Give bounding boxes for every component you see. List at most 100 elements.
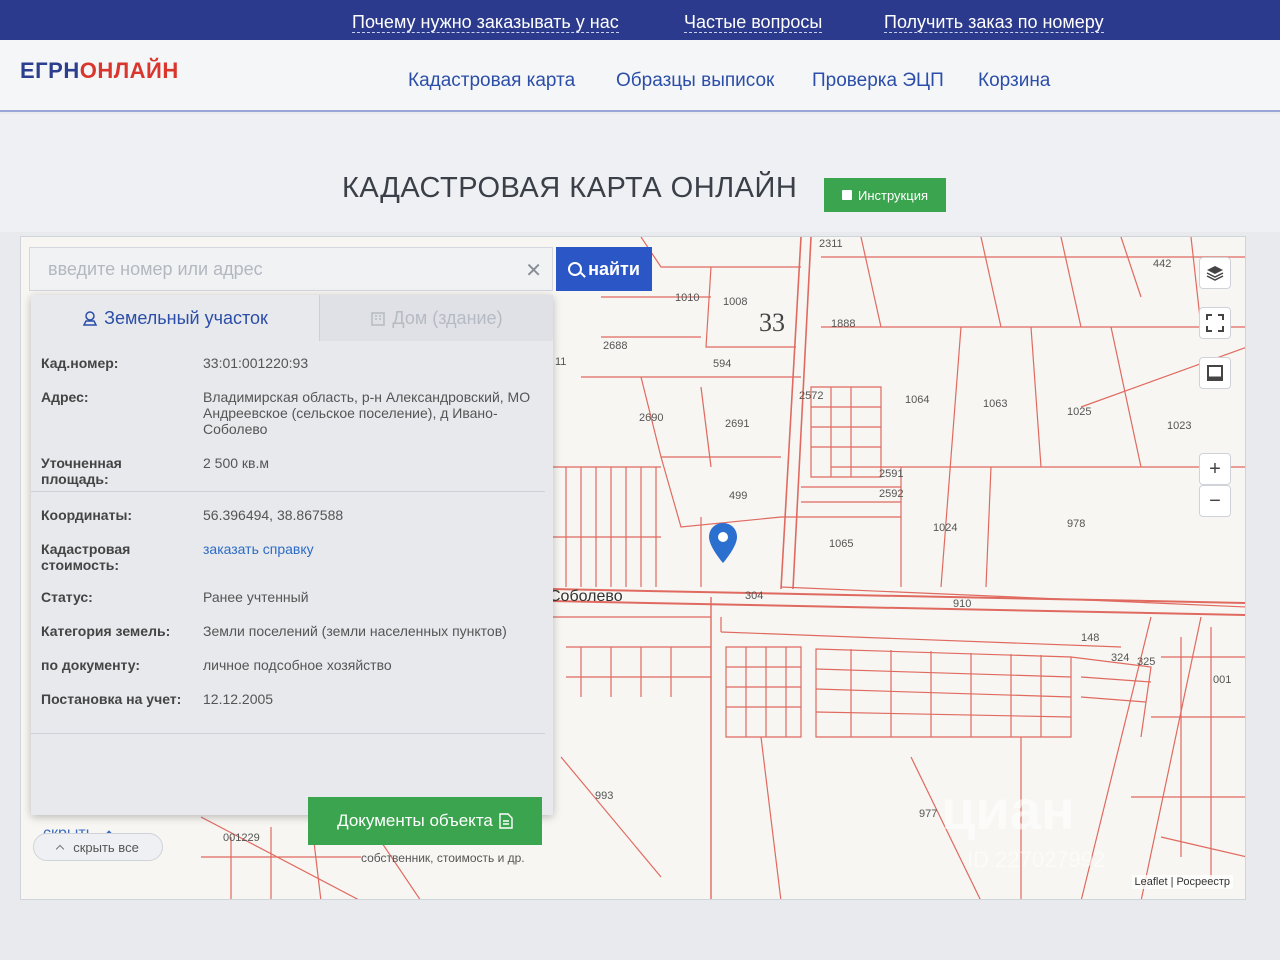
svg-text:1065: 1065 bbox=[829, 538, 853, 550]
svg-text:1025: 1025 bbox=[1067, 406, 1091, 418]
svg-text:1010: 1010 bbox=[675, 292, 699, 304]
svg-text:1024: 1024 bbox=[933, 522, 957, 534]
svg-text:1063: 1063 bbox=[983, 398, 1007, 410]
faq-link[interactable]: Частые вопросы bbox=[684, 12, 823, 33]
cad-number-value: 33:01:001220:93 bbox=[203, 355, 309, 371]
land-plot-icon bbox=[82, 311, 98, 326]
svg-text:Соболево: Соболево bbox=[549, 588, 623, 605]
tab-house[interactable]: Дом (здание) bbox=[319, 295, 553, 341]
svg-text:499: 499 bbox=[729, 490, 747, 502]
svg-text:11: 11 bbox=[555, 356, 566, 368]
svg-text:1008: 1008 bbox=[723, 296, 747, 308]
svg-text:594: 594 bbox=[713, 358, 731, 370]
object-documents-label: Документы объекта bbox=[337, 811, 493, 830]
chevron-up-icon bbox=[55, 844, 65, 854]
coords-value: 56.396494, 38.867588 bbox=[203, 507, 344, 523]
tab-house-label: Дом (здание) bbox=[392, 307, 503, 328]
hide-all-button[interactable]: скрыть все bbox=[33, 833, 163, 861]
instruction-button[interactable]: Инструкция bbox=[824, 178, 946, 212]
print-area-button[interactable] bbox=[1199, 357, 1231, 389]
map-attribution[interactable]: Leaflet | Росреестр bbox=[1131, 875, 1233, 889]
svg-text:2690: 2690 bbox=[639, 412, 663, 424]
svg-text:978: 978 bbox=[1067, 518, 1085, 530]
svg-text:2572: 2572 bbox=[799, 390, 823, 402]
zoom-out-button[interactable]: − bbox=[1199, 485, 1231, 517]
svg-text:148: 148 bbox=[1081, 632, 1099, 644]
svg-text:325: 325 bbox=[1137, 656, 1155, 668]
fullscreen-icon bbox=[1206, 314, 1224, 332]
svg-text:1064: 1064 bbox=[905, 394, 929, 406]
clear-search-icon[interactable]: ✕ bbox=[525, 258, 542, 283]
object-documents-button[interactable]: Документы объекта bbox=[308, 797, 542, 845]
svg-text:33: 33 bbox=[759, 308, 785, 337]
status-label: Статус: bbox=[41, 589, 93, 605]
area-label: Уточненная площадь: bbox=[41, 455, 122, 487]
top-bar: Почему нужно заказывать у нас Частые воп… bbox=[0, 0, 1280, 40]
documents-subtitle: собственник, стоимость и др. bbox=[361, 851, 525, 865]
cian-watermark-id: ID 227027992 bbox=[967, 847, 1106, 872]
svg-text:2311: 2311 bbox=[819, 238, 843, 250]
find-button[interactable]: найти bbox=[556, 247, 652, 291]
area-value: 2 500 кв.м bbox=[203, 455, 270, 471]
address-value: Владимирская область, р-н Александровски… bbox=[203, 389, 531, 437]
by-doc-label: по документу: bbox=[41, 657, 141, 673]
divider bbox=[31, 733, 545, 734]
nav-samples[interactable]: Образцы выписок bbox=[616, 70, 774, 92]
tab-land-plot[interactable]: Земельный участок bbox=[31, 295, 319, 341]
search-icon bbox=[568, 262, 583, 276]
logo-part-1: ЕГРН bbox=[20, 58, 80, 83]
nav-ecp-check[interactable]: Проверка ЭЦП bbox=[812, 70, 944, 92]
page-title: КАДАСТРОВАЯ КАРТА ОНЛАЙН bbox=[342, 172, 798, 204]
svg-text:977: 977 bbox=[919, 808, 937, 820]
logo-part-2: ОНЛАЙН bbox=[79, 58, 179, 83]
cad-cost-label: Кадастровая стоимость: bbox=[41, 541, 131, 573]
panel-tabs: Земельный участок Дом (здание) bbox=[31, 295, 553, 341]
svg-text:324: 324 bbox=[1111, 652, 1129, 664]
svg-text:2591: 2591 bbox=[879, 468, 903, 480]
svg-text:304: 304 bbox=[745, 590, 763, 602]
svg-text:2688: 2688 bbox=[603, 340, 627, 352]
object-info-panel: Земельный участок Дом (здание) Кад.номер… bbox=[31, 295, 553, 865]
svg-text:910: 910 bbox=[953, 598, 971, 610]
hide-all-label: скрыть все bbox=[73, 839, 139, 855]
svg-text:993: 993 bbox=[595, 790, 613, 802]
tab-land-plot-label: Земельный участок bbox=[104, 307, 268, 328]
find-label: найти bbox=[588, 258, 640, 279]
coords-label: Координаты: bbox=[41, 507, 133, 523]
nav-cart[interactable]: Корзина bbox=[978, 70, 1050, 92]
zoom-in-button[interactable]: + bbox=[1199, 453, 1231, 485]
select-area-icon bbox=[1207, 365, 1223, 381]
document-icon bbox=[499, 813, 513, 829]
svg-text:2592: 2592 bbox=[879, 488, 903, 500]
cadastral-map[interactable]: 2311 1010 1008 33 1888 2688 594 11 2690 … bbox=[20, 236, 1246, 900]
by-doc-value: личное подсобное хозяйство bbox=[203, 657, 392, 673]
why-us-link[interactable]: Почему нужно заказывать у нас bbox=[352, 12, 619, 33]
site-logo[interactable]: ЕГРНОНЛАЙН bbox=[20, 58, 179, 84]
category-value: Земли поселений (земли населенных пункто… bbox=[203, 623, 507, 639]
status-value: Ранее учтенный bbox=[203, 589, 309, 605]
registered-label: Постановка на учет: bbox=[41, 691, 182, 707]
nav-cadastral-map[interactable]: Кадастровая карта bbox=[408, 70, 575, 92]
divider bbox=[31, 491, 545, 492]
order-by-number-link[interactable]: Получить заказ по номеру bbox=[884, 12, 1104, 33]
location-pin-icon[interactable] bbox=[709, 523, 737, 563]
fullscreen-button[interactable] bbox=[1199, 307, 1231, 339]
page-header: КАДАСТРОВАЯ КАРТА ОНЛАЙН Инструкция bbox=[0, 114, 1280, 232]
building-icon bbox=[371, 312, 386, 326]
search-input[interactable] bbox=[30, 248, 510, 290]
site-header: ЕГРНОНЛАЙН Кадастровая карта Образцы вып… bbox=[0, 40, 1280, 112]
book-icon bbox=[842, 190, 852, 200]
svg-text:1023: 1023 bbox=[1167, 420, 1191, 432]
svg-text:1888: 1888 bbox=[831, 318, 855, 330]
registered-value: 12.12.2005 bbox=[203, 691, 274, 707]
search-box: ✕ bbox=[29, 247, 553, 291]
address-label: Адрес: bbox=[41, 389, 89, 405]
category-label: Категория земель: bbox=[41, 623, 171, 639]
cad-number-label: Кад.номер: bbox=[41, 355, 119, 371]
order-certificate-link[interactable]: заказать справку bbox=[203, 541, 543, 557]
layers-icon bbox=[1206, 266, 1224, 281]
svg-text:442: 442 bbox=[1153, 258, 1171, 270]
svg-text:2691: 2691 bbox=[725, 418, 749, 430]
instruction-label: Инструкция bbox=[858, 187, 928, 203]
layers-button[interactable] bbox=[1199, 257, 1231, 289]
